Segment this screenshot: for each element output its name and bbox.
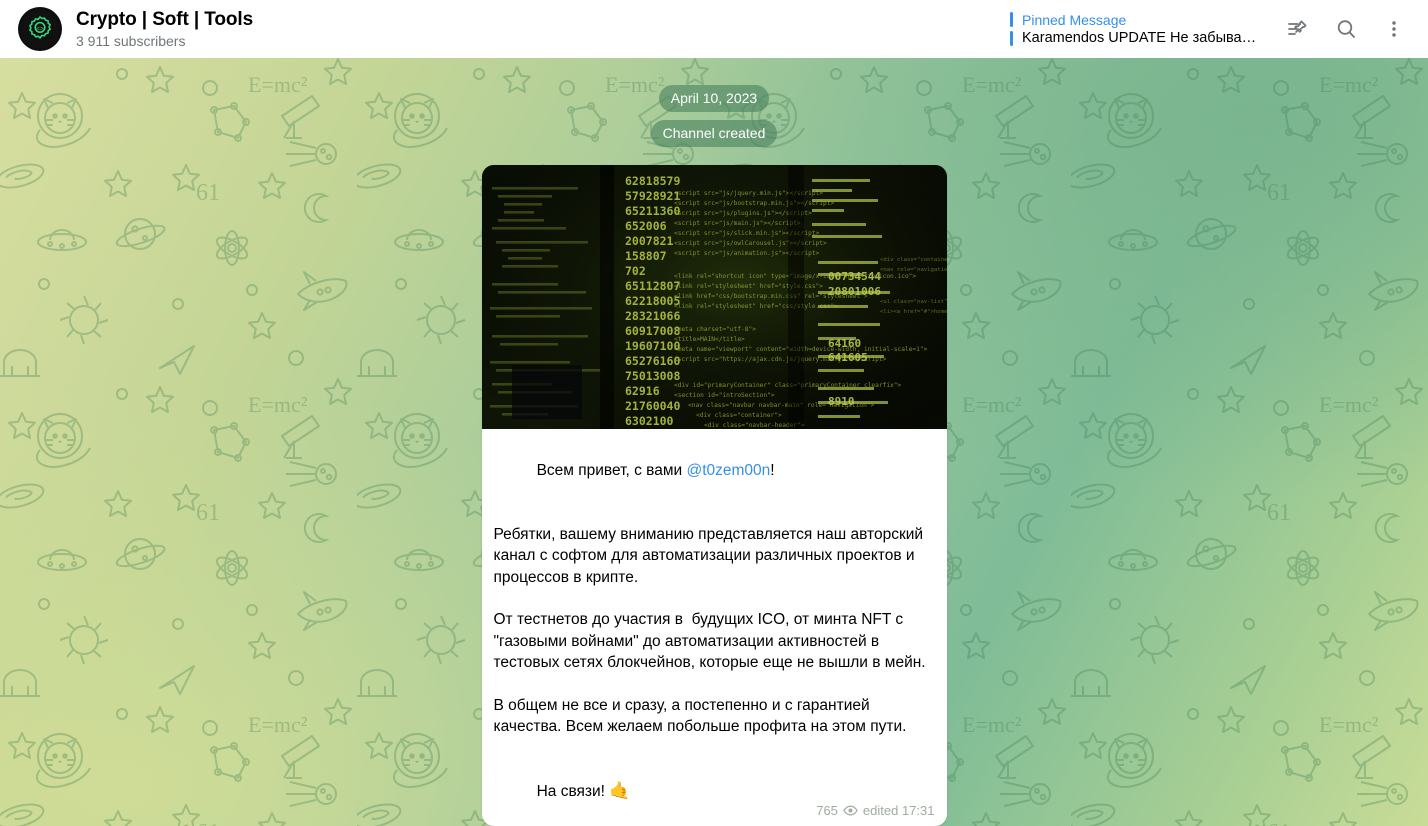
message-bubble[interactable]: 62818579 57928921 65211360 652006 2007821 1… [481, 165, 947, 826]
pinned-message-snippet: Karamendos UPDATE Не забываем ... [1022, 29, 1262, 46]
chat-area: E=mc² 61 [0, 58, 1428, 826]
page-title: Crypto | Soft | Tools [76, 8, 254, 30]
svg-text:<>: <> [36, 27, 44, 33]
channel-created-badge: Channel created [650, 120, 778, 147]
view-count: 765 [816, 803, 838, 818]
avatar[interactable]: <> [18, 7, 62, 51]
header-actions: Pinned Message Karamendos UPDATE Не забы… [1010, 0, 1428, 58]
pinned-message[interactable]: Pinned Message Karamendos UPDATE Не забы… [1010, 9, 1262, 49]
pinned-messages-icon[interactable] [1276, 7, 1320, 51]
signoff-text: На связи! [536, 783, 610, 800]
paragraph-greeting: Всем привет, с вами @t0zem00n! [494, 438, 934, 503]
message-photo[interactable]: 62818579 57928921 65211360 652006 2007821 1… [481, 165, 947, 429]
date-badge: April 10, 2023 [658, 85, 770, 112]
paragraph-intro: Ребятки, вашему вниманию представляется … [493, 525, 928, 586]
call-me-hand-emoji: 🤙 [609, 781, 631, 800]
subscriber-count: 3 911 subscribers [76, 32, 186, 49]
greeting-suffix: ! [770, 461, 775, 479]
greeting-text: Всем привет, с вами [536, 461, 687, 479]
paragraph-promise: В общем не все и сразу, а постепенно и с… [493, 696, 907, 736]
search-icon[interactable] [1324, 7, 1368, 51]
pinned-texts: Pinned Message Karamendos UPDATE Не забы… [1022, 11, 1262, 48]
edited-timestamp: edited 17:31 [862, 803, 935, 818]
eye-icon [843, 803, 858, 818]
message-meta: 765 edited 17:31 [816, 803, 934, 818]
more-vertical-icon[interactable] [1372, 7, 1416, 51]
mention-link[interactable]: @t0zem00n [686, 462, 770, 479]
channel-header: <> Crypto | Soft | Tools 3 911 subscribe… [0, 0, 1428, 58]
channel-title-block[interactable]: Crypto | Soft | Tools 3 911 subscribers [76, 9, 253, 50]
message-text: Всем привет, с вами @t0zem00n! Ребятки, … [482, 429, 947, 826]
pinned-indicator-bar [1010, 12, 1013, 46]
gear-code-logo-icon: <> [25, 14, 55, 44]
pinned-message-label: Pinned Message [1022, 11, 1127, 28]
message-list: April 10, 2023 Channel created 62818579 … [0, 58, 1428, 826]
paragraph-scope: От тестнетов до участия в будущих ICO, о… [493, 611, 926, 671]
